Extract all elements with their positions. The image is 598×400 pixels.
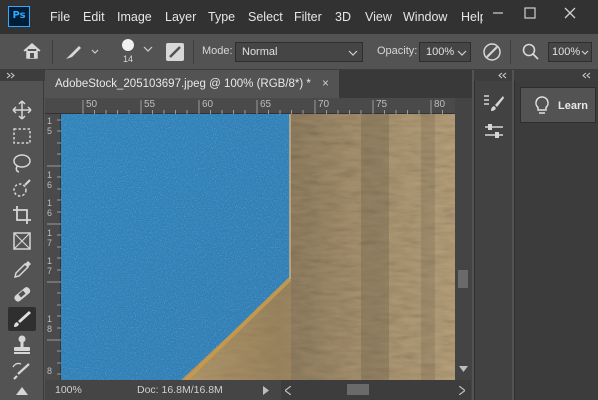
opacity-value: 100%: [426, 46, 455, 58]
brush-tool-icon[interactable]: [8, 307, 36, 331]
zoom-field[interactable]: 100%: [548, 42, 592, 62]
chevron-down-icon: [457, 50, 467, 56]
close-tab-icon[interactable]: ×: [322, 78, 329, 90]
panel-dock-icons: [474, 81, 512, 400]
minimize-icon[interactable]: [485, 2, 511, 24]
ruler-tick-label: 75: [376, 99, 388, 110]
ruler-tick-label: 70: [318, 99, 330, 110]
ruler-tick-label: 65: [260, 99, 272, 110]
crop-tool-icon[interactable]: [8, 203, 36, 227]
double-chevron-right-icon: [6, 72, 15, 79]
toolbar-collapse-strip[interactable]: [0, 70, 45, 81]
eraser-tool-icon[interactable]: [8, 383, 36, 400]
horizontal-scrollbar[interactable]: [281, 380, 471, 400]
menu-window[interactable]: Window: [403, 10, 447, 24]
menu-image[interactable]: Image: [117, 10, 152, 24]
status-bar: 100% Doc: 16.8M/16.8M: [45, 380, 472, 400]
ruler-tick-label: 15: [47, 116, 53, 136]
close-window-icon[interactable]: [557, 2, 583, 24]
lasso-tool-icon[interactable]: [8, 151, 36, 175]
home-icon[interactable]: [22, 42, 42, 60]
ruler-tick-label: 16: [47, 170, 53, 190]
double-chevron-left-icon: [498, 72, 507, 79]
vertical-ruler: 15 16 16 17 17 18 8: [45, 114, 61, 380]
healing-brush-tool-icon[interactable]: [8, 282, 36, 306]
ruler-tick-label: 80: [434, 99, 446, 110]
brush-settings-icon[interactable]: [165, 42, 185, 62]
document-tab[interactable]: AdobeStock_205103697.jpeg @ 100% (RGB/8*…: [45, 70, 339, 98]
scroll-left-icon[interactable]: [285, 386, 291, 395]
move-tool-icon[interactable]: [8, 98, 36, 122]
brush-size-value: 14: [122, 54, 133, 64]
zoom-value: 100%: [552, 46, 581, 58]
double-chevron-left-icon: [582, 72, 591, 79]
mode-label: Mode:: [202, 45, 233, 57]
menu-view[interactable]: View: [365, 10, 392, 24]
menu-edit[interactable]: Edit: [83, 10, 105, 24]
menu-type[interactable]: Type: [208, 10, 235, 24]
horizontal-scroll-thumb[interactable]: [347, 384, 369, 395]
mode-select[interactable]: Normal: [235, 42, 363, 62]
restore-icon[interactable]: [517, 2, 543, 24]
marquee-tool-icon[interactable]: [8, 124, 36, 148]
photoshop-logo-icon[interactable]: Ps: [8, 6, 30, 27]
tools-panel: [0, 81, 44, 400]
document-tab-bar: AdobeStock_205103697.jpeg @ 100% (RGB/8*…: [45, 70, 472, 98]
mode-select-value: Normal: [242, 46, 278, 58]
ruler-tick-label: 18: [47, 314, 53, 334]
eyedropper-tool-icon[interactable]: [8, 256, 36, 280]
quick-selection-tool-icon[interactable]: [8, 177, 36, 201]
opacity-label: Opacity:: [377, 45, 418, 57]
ruler-tick-label: 60: [202, 99, 214, 110]
menu-layer[interactable]: Layer: [165, 10, 196, 24]
chevron-down-icon: [581, 50, 589, 55]
learn-label: Learn: [558, 100, 588, 112]
learn-panel-dock: Learn: [514, 81, 598, 400]
learn-panel-button[interactable]: Learn: [520, 87, 596, 123]
ruler-tick-label: 17: [47, 228, 53, 248]
document-tab-title: AdobeStock_205103697.jpeg @ 100% (RGB/8*…: [55, 78, 311, 90]
ruler-tick-label: 50: [86, 99, 98, 110]
menu-filter[interactable]: Filter: [294, 10, 322, 24]
menu-file[interactable]: File: [50, 10, 70, 24]
clone-stamp-tool-icon[interactable]: [8, 333, 36, 357]
chevron-down-icon[interactable]: [143, 44, 153, 54]
ruler-tick-label: 16: [47, 198, 53, 218]
ruler-tick-label: 17: [47, 256, 53, 276]
panel-collapse-strip[interactable]: [474, 70, 512, 81]
frame-tool-icon[interactable]: [8, 229, 36, 253]
status-menu-arrow-icon[interactable]: [263, 386, 269, 395]
menu-3d[interactable]: 3D: [335, 10, 351, 24]
options-bar: 14 Mode: Normal Opacity: 100% 100%: [0, 34, 598, 70]
vertical-scrollbar[interactable]: [455, 98, 472, 380]
menu-select[interactable]: Select: [248, 10, 283, 24]
panel-collapse-strip-right[interactable]: [514, 70, 598, 81]
zoom-level[interactable]: 100%: [55, 384, 82, 396]
ruler-tick-label: 8: [47, 366, 53, 376]
search-icon[interactable]: [522, 43, 540, 61]
pressure-opacity-icon[interactable]: [481, 42, 503, 62]
horizontal-ruler: 50 55 60 65 70 75 80: [45, 98, 455, 114]
vertical-scroll-thumb[interactable]: [458, 270, 468, 288]
brush-preset-icon[interactable]: [64, 43, 100, 61]
ruler-tick-label: 55: [144, 99, 156, 110]
photo-image: [61, 114, 455, 380]
scroll-down-icon[interactable]: [459, 366, 468, 372]
history-brush-tool-icon[interactable]: [8, 359, 36, 383]
menu-bar: Ps File Edit Image Layer Type Select Fil…: [0, 0, 598, 34]
opacity-field[interactable]: 100%: [419, 42, 471, 62]
adjustments-panel-icon[interactable]: [483, 121, 505, 141]
scroll-right-icon[interactable]: [459, 386, 465, 395]
lightbulb-icon: [535, 96, 549, 114]
chevron-down-icon: [348, 50, 358, 56]
doc-size: Doc: 16.8M/16.8M: [137, 384, 223, 396]
image-canvas[interactable]: [61, 114, 455, 380]
brush-size-picker[interactable]: 14: [118, 38, 138, 64]
menu-help[interactable]: Help: [461, 10, 483, 24]
brush-settings-panel-icon[interactable]: [483, 93, 505, 113]
